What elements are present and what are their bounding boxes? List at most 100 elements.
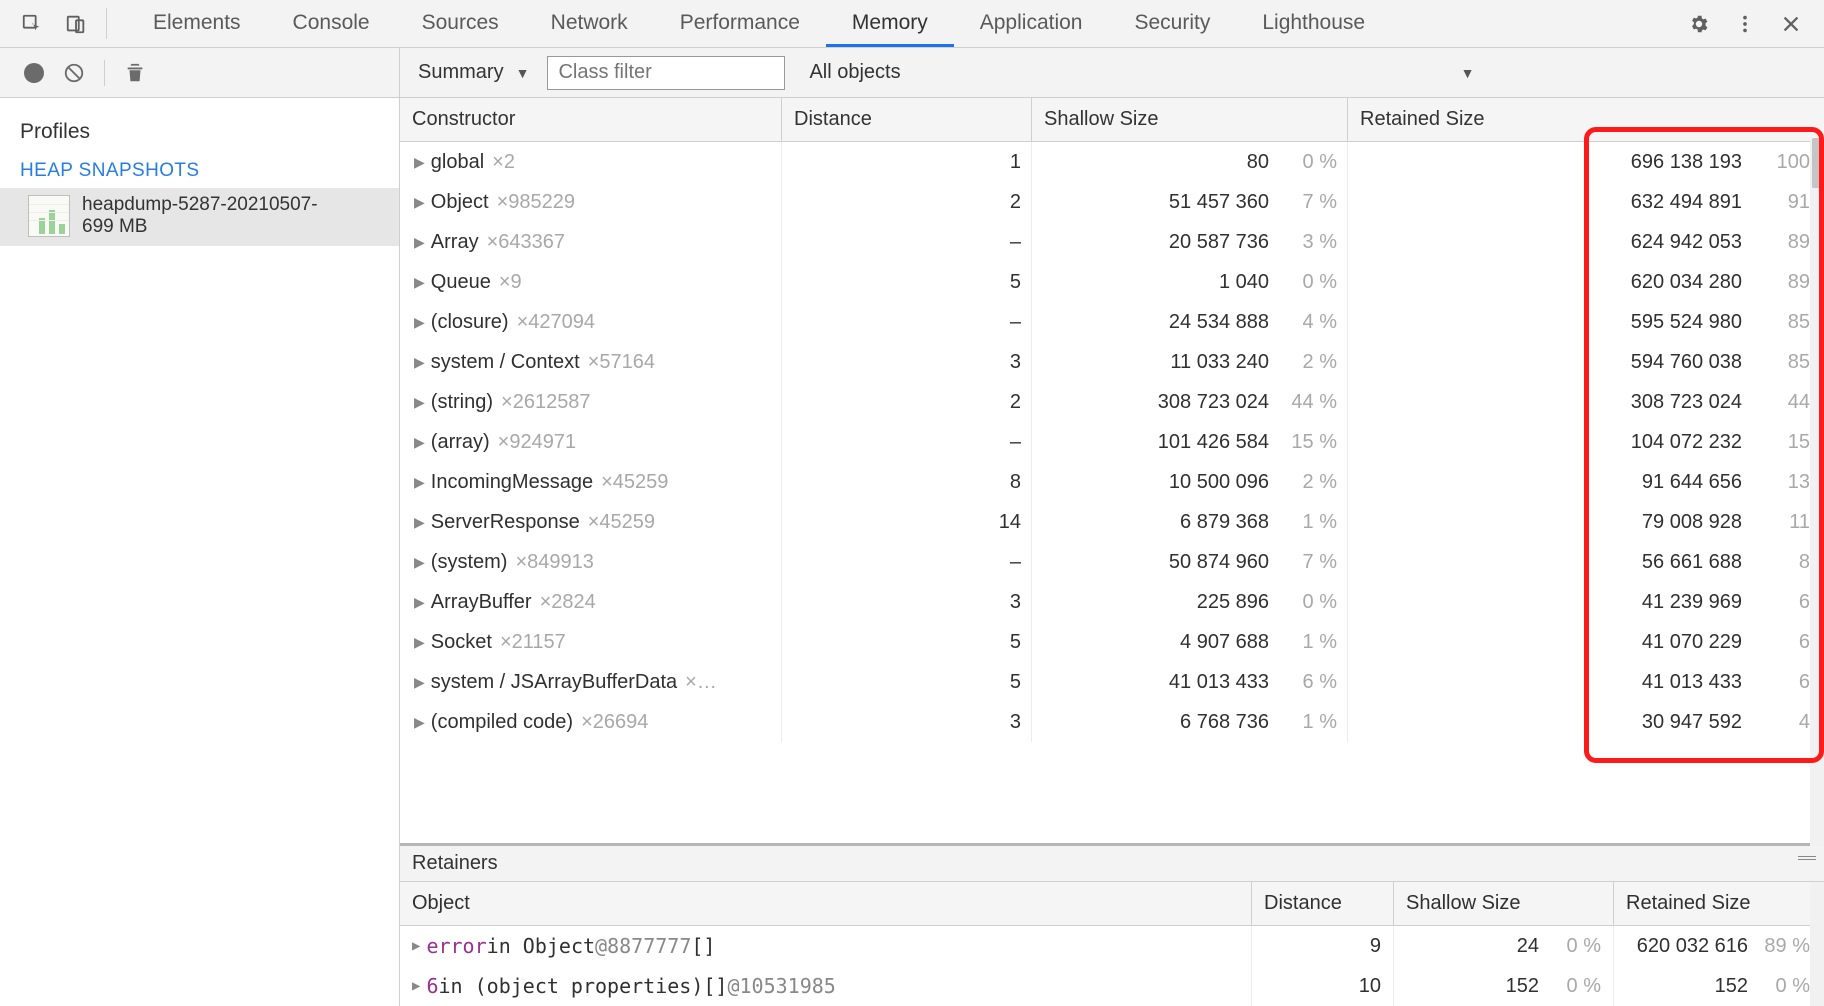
- shallow-value: 41 013 433: [1169, 662, 1269, 702]
- expand-triangle-icon[interactable]: ▶: [412, 926, 420, 966]
- retained-cell: 41 239 9696: [1348, 582, 1820, 622]
- shallow-pct: 0 %: [1279, 582, 1337, 622]
- expand-triangle-icon[interactable]: ▶: [414, 302, 425, 342]
- kebab-menu-icon[interactable]: [1722, 13, 1768, 35]
- expand-triangle-icon[interactable]: ▶: [414, 382, 425, 422]
- expand-triangle-icon[interactable]: ▶: [414, 182, 425, 222]
- col-distance[interactable]: Distance: [782, 98, 1032, 141]
- retained-pct: 89: [1752, 222, 1810, 262]
- retained-pct: 91: [1752, 182, 1810, 222]
- table-row[interactable]: ▶(array)×924971–101 426 58415 %104 072 2…: [400, 422, 1824, 462]
- retained-cell: 41 070 2296: [1348, 622, 1820, 662]
- table-row[interactable]: ▶Socket×2115754 907 6881 %41 070 2296: [400, 622, 1824, 662]
- table-row[interactable]: ▶Queue×951 0400 %620 034 28089: [400, 262, 1824, 302]
- expand-triangle-icon[interactable]: ▶: [414, 342, 425, 382]
- tab-performance[interactable]: Performance: [654, 0, 826, 47]
- retained-cell: 594 760 03885: [1348, 342, 1820, 382]
- expand-triangle-icon[interactable]: ▶: [414, 462, 425, 502]
- expand-triangle-icon[interactable]: ▶: [414, 702, 425, 742]
- tab-memory[interactable]: Memory: [826, 0, 954, 47]
- table-row[interactable]: ▶system / Context×57164311 033 2402 %594…: [400, 342, 1824, 382]
- settings-gear-icon[interactable]: [1676, 13, 1722, 35]
- device-toolbar-icon[interactable]: [54, 0, 98, 47]
- tab-console[interactable]: Console: [267, 0, 396, 47]
- tab-lighthouse[interactable]: Lighthouse: [1236, 0, 1391, 47]
- scrollbar-thumb[interactable]: [1812, 138, 1822, 188]
- shallow-value: 308 723 024: [1158, 382, 1269, 422]
- retained-cell: 41 013 4336: [1348, 662, 1820, 702]
- expand-triangle-icon[interactable]: ▶: [414, 502, 425, 542]
- retainer-row[interactable]: ▶6 in (object properties)[] @10531985101…: [400, 966, 1824, 1006]
- snapshot-item[interactable]: heapdump-5287-20210507- 699 MB: [0, 188, 399, 246]
- retained-value: 91 644 656: [1642, 462, 1742, 502]
- expand-triangle-icon[interactable]: ▶: [414, 622, 425, 662]
- close-icon[interactable]: [1768, 13, 1814, 35]
- col-retained[interactable]: Retained Size: [1348, 98, 1820, 141]
- tab-elements[interactable]: Elements: [127, 0, 267, 47]
- col-shallow[interactable]: Shallow Size: [1032, 98, 1348, 141]
- table-row[interactable]: ▶Array×643367–20 587 7363 %624 942 05389: [400, 222, 1824, 262]
- retainer-key: 6: [426, 966, 438, 1006]
- expand-triangle-icon[interactable]: ▶: [412, 966, 420, 1006]
- tab-application[interactable]: Application: [954, 0, 1109, 47]
- expand-triangle-icon[interactable]: ▶: [414, 582, 425, 622]
- trash-icon[interactable]: [115, 62, 155, 84]
- shallow-cell: 51 457 3607 %: [1032, 182, 1348, 222]
- constructor-cell: ▶global×2: [400, 142, 782, 182]
- distance-cell: 3: [782, 702, 1032, 742]
- retainer-distance: 9: [1252, 926, 1394, 966]
- table-row[interactable]: ▶IncomingMessage×45259810 500 0962 %91 6…: [400, 462, 1824, 502]
- ret-col-distance[interactable]: Distance: [1252, 882, 1394, 925]
- drag-handle-icon[interactable]: [1798, 856, 1816, 862]
- table-row[interactable]: ▶ServerResponse×45259146 879 3681 %79 00…: [400, 502, 1824, 542]
- expand-triangle-icon[interactable]: ▶: [414, 142, 425, 182]
- record-icon[interactable]: [14, 63, 54, 83]
- ret-col-shallow[interactable]: Shallow Size: [1394, 882, 1614, 925]
- retained-cell: 595 524 98085: [1348, 302, 1820, 342]
- retained-value: 30 947 592: [1642, 702, 1742, 742]
- retainer-retained: 1520 %: [1614, 966, 1822, 1006]
- clear-icon[interactable]: [54, 62, 94, 84]
- retained-pct: 89: [1752, 262, 1810, 302]
- constructor-count: ×924971: [498, 422, 576, 462]
- tab-network[interactable]: Network: [525, 0, 654, 47]
- expand-triangle-icon[interactable]: ▶: [414, 662, 425, 702]
- panel-tabs: ElementsConsoleSourcesNetworkPerformance…: [127, 0, 1659, 47]
- inspect-element-icon[interactable]: [10, 0, 54, 47]
- table-row[interactable]: ▶(system)×849913–50 874 9607 %56 661 688…: [400, 542, 1824, 582]
- expand-triangle-icon[interactable]: ▶: [414, 262, 425, 302]
- retainers-header[interactable]: Retainers: [400, 846, 1824, 882]
- table-row[interactable]: ▶global×21800 %696 138 193100: [400, 142, 1824, 182]
- col-constructor[interactable]: Constructor: [400, 98, 782, 141]
- expand-triangle-icon[interactable]: ▶: [414, 222, 425, 262]
- constructor-name: Array: [431, 222, 479, 262]
- constructor-count: ×427094: [517, 302, 595, 342]
- expand-triangle-icon[interactable]: ▶: [414, 542, 425, 582]
- shallow-pct: 1 %: [1279, 622, 1337, 662]
- constructor-cell: ▶Object×985229: [400, 182, 782, 222]
- expand-triangle-icon[interactable]: ▶: [414, 422, 425, 462]
- table-row[interactable]: ▶ArrayBuffer×28243225 8960 %41 239 9696: [400, 582, 1824, 622]
- class-filter-input[interactable]: [547, 56, 785, 90]
- shallow-pct: 1 %: [1279, 702, 1337, 742]
- table-row[interactable]: ▶(closure)×427094–24 534 8884 %595 524 9…: [400, 302, 1824, 342]
- constructor-name: Object: [431, 182, 489, 222]
- retained-cell: 620 034 28089: [1348, 262, 1820, 302]
- snapshot-name: heapdump-5287-20210507-: [82, 194, 318, 215]
- retainer-row[interactable]: ▶error in Object @8877777 []9240 %620 03…: [400, 926, 1824, 966]
- table-row[interactable]: ▶system / JSArrayBufferData×…541 013 433…: [400, 662, 1824, 702]
- constructor-name: system / Context: [431, 342, 580, 382]
- perspective-dropdown[interactable]: Summary ▼: [418, 61, 529, 84]
- tab-sources[interactable]: Sources: [396, 0, 525, 47]
- table-row[interactable]: ▶(string)×26125872308 723 02444 %308 723…: [400, 382, 1824, 422]
- retained-pct: 100: [1752, 142, 1810, 182]
- retained-pct: 6: [1752, 662, 1810, 702]
- distance-cell: 5: [782, 662, 1032, 702]
- retained-pct: 15: [1752, 422, 1810, 462]
- ret-col-retained[interactable]: Retained Size: [1614, 882, 1822, 925]
- table-row[interactable]: ▶(compiled code)×2669436 768 7361 %30 94…: [400, 702, 1824, 742]
- objects-filter-dropdown[interactable]: All objects ▼: [805, 61, 1474, 84]
- tab-security[interactable]: Security: [1108, 0, 1236, 47]
- ret-col-object[interactable]: Object: [400, 882, 1252, 925]
- table-row[interactable]: ▶Object×985229251 457 3607 %632 494 8919…: [400, 182, 1824, 222]
